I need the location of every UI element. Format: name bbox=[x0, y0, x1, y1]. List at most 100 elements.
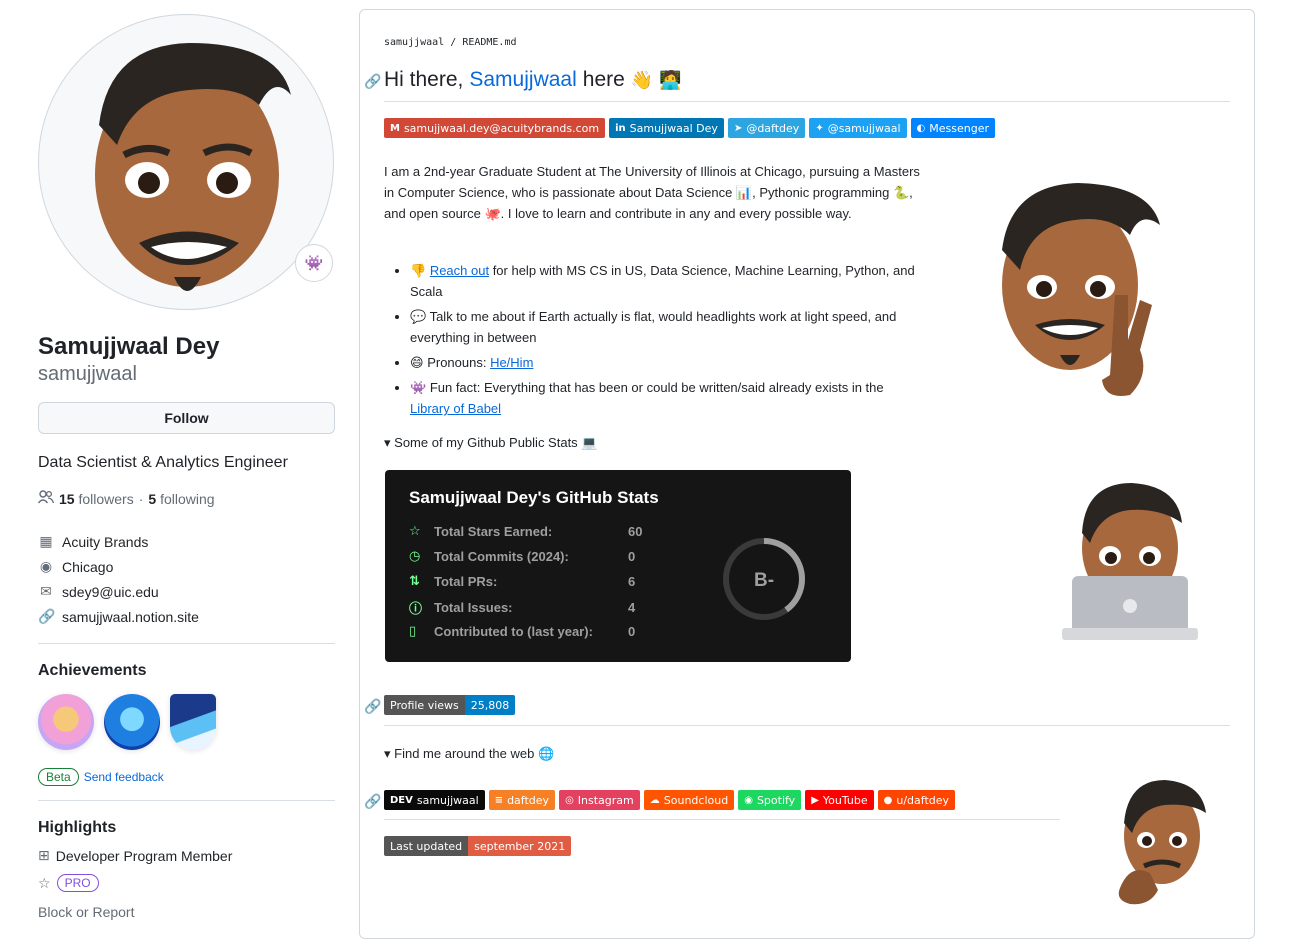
heading-anchor-link-icon[interactable]: 🔗 bbox=[364, 73, 381, 90]
library-of-babel-link[interactable]: Library of Babel bbox=[410, 401, 501, 416]
laptop-person-icon: 🧑‍💻 bbox=[659, 69, 682, 90]
location-pin-icon: ◉ bbox=[39, 558, 53, 574]
social-badge-icon: ☁ bbox=[649, 794, 660, 806]
social-badge[interactable]: ▶ YouTube bbox=[805, 790, 874, 810]
social-badges: DEV samujjwaal ≡ daftdey ◎ Instagram ☁ Soundclo… bbox=[384, 790, 956, 810]
website-link[interactable]: samujjwaal.notion.site bbox=[62, 609, 199, 625]
globe-icon: 🌐 bbox=[537, 746, 555, 761]
mail-icon: ✉ bbox=[40, 583, 52, 599]
following-link[interactable]: 5 following bbox=[148, 491, 214, 507]
social-badge[interactable]: ◉ Spotify bbox=[738, 790, 802, 810]
detail-location: ◉ Chicago bbox=[38, 554, 335, 579]
detail-email[interactable]: ✉ sdey9@uic.edu bbox=[38, 579, 335, 604]
list-item: 👎 Reach out for help with MS CS in US, D… bbox=[410, 260, 920, 302]
social-badge[interactable]: DEV samujjwaal bbox=[384, 790, 485, 810]
developer-program-text[interactable]: Developer Program Member bbox=[56, 848, 233, 864]
achievement-badge-pull-shark-icon[interactable] bbox=[38, 694, 94, 750]
social-badge[interactable]: ☁ Soundcloud bbox=[643, 790, 735, 810]
social-badge-label: Soundcloud bbox=[663, 793, 729, 807]
heading-name-link[interactable]: Samujjwaal bbox=[469, 68, 576, 92]
memoji-laptop bbox=[1062, 483, 1198, 640]
stats-summary-toggle[interactable]: ▾ Some of my Github Public Stats 💻 bbox=[384, 435, 598, 451]
updated-badge[interactable]: Last updated september 2021 bbox=[384, 836, 572, 856]
developer-program-row: ⊞ Developer Program Member bbox=[38, 847, 335, 864]
stat-label: Contributed to (last year): bbox=[434, 623, 593, 639]
history-icon: ◷ bbox=[409, 548, 421, 563]
social-badge[interactable]: ≡ daftdey bbox=[488, 790, 556, 810]
contact-badge[interactable]: ◐ Messenger bbox=[910, 118, 995, 138]
contact-badge-label: @daftdey bbox=[746, 121, 800, 135]
follow-button[interactable]: Follow bbox=[38, 402, 335, 434]
profile-bio: Data Scientist & Analytics Engineer bbox=[38, 454, 288, 471]
social-badge-icon: ● bbox=[883, 794, 893, 806]
issue-icon: ⓘ bbox=[409, 601, 423, 616]
social-badge[interactable]: ● u/daftdey bbox=[877, 790, 956, 810]
social-badge-icon: ▶ bbox=[811, 794, 819, 806]
crumb-user[interactable]: samujjwaal bbox=[384, 37, 444, 48]
views-badge[interactable]: Profile views 25,808 bbox=[384, 695, 516, 715]
pronouns-link[interactable]: He/Him bbox=[490, 355, 533, 370]
contact-badge[interactable]: ➤ @daftdey bbox=[727, 118, 806, 138]
email-link[interactable]: sdey9@uic.edu bbox=[62, 584, 159, 600]
views-label: Profile views bbox=[384, 695, 465, 715]
list-item: 😄 Pronouns: He/Him bbox=[410, 352, 920, 373]
social-divider bbox=[384, 819, 1060, 820]
followers-link[interactable]: 15 followers bbox=[59, 491, 134, 507]
detail-website[interactable]: 🔗 samujjwaal.notion.site bbox=[38, 604, 335, 629]
readme-heading: Hi there, Samujjwaal here 👋 🧑‍💻 bbox=[384, 68, 682, 92]
find-summary-toggle[interactable]: ▾ Find me around the web 🌐 bbox=[384, 746, 554, 762]
avatar[interactable] bbox=[38, 14, 334, 310]
star-icon: ☆ bbox=[409, 523, 421, 538]
achievements-list bbox=[38, 694, 335, 750]
contact-badge-icon: ◐ bbox=[916, 122, 926, 134]
location-text: Chicago bbox=[62, 558, 114, 575]
contact-badge-label: Samujjwaal Dey bbox=[629, 121, 718, 135]
computer-icon: 💻 bbox=[581, 435, 598, 450]
achievement-badge-shark-icon[interactable] bbox=[104, 694, 160, 750]
detail-company: ▦ Acuity Brands bbox=[38, 529, 335, 554]
status-alien-icon[interactable]: 👾 bbox=[295, 244, 333, 282]
about-list: 👎 Reach out for help with MS CS in US, D… bbox=[390, 260, 920, 423]
social-badge-icon: ◎ bbox=[565, 794, 574, 806]
profile-details: ▦ Acuity Brands ◉ Chicago ✉ sdey9@uic.edu 🔗… bbox=[38, 529, 335, 629]
heading-pre: Hi there, bbox=[384, 68, 464, 91]
stat-label: Total Issues: bbox=[434, 600, 513, 615]
contact-badge[interactable]: ✦ @samujjwaal bbox=[809, 118, 907, 138]
social-badge-label: YouTube bbox=[822, 793, 868, 807]
thumbs-down-icon: 👎 bbox=[410, 263, 427, 278]
company-text: Acuity Brands bbox=[62, 533, 149, 550]
readme-breadcrumb: samujjwaal / README.md bbox=[384, 37, 517, 48]
contact-badge-label: samujjwaal.dey@acuitybrands.com bbox=[403, 121, 600, 135]
social-badge[interactable]: ◎ Instagram bbox=[559, 790, 640, 810]
social-badge-label: Spotify bbox=[756, 793, 796, 807]
stat-label: Total PRs: bbox=[434, 573, 498, 589]
send-feedback-link[interactable]: Send feedback bbox=[84, 770, 164, 784]
contact-badge[interactable]: in Samujjwaal Dey bbox=[609, 118, 724, 138]
smile-icon: 😄 bbox=[410, 355, 424, 370]
link-icon: 🔗 bbox=[38, 608, 56, 624]
building-icon: ▦ bbox=[39, 533, 53, 549]
social-badge-label: daftdey bbox=[507, 793, 550, 807]
contact-badge-icon: ✦ bbox=[815, 122, 824, 134]
stats-summary-text: Some of my Github Public Stats bbox=[394, 435, 578, 450]
social-anchor-link-icon[interactable]: 🔗 bbox=[364, 793, 381, 810]
contact-badge[interactable]: Msamujjwaal.dey@acuitybrands.com bbox=[384, 118, 606, 138]
pro-badge: PRO bbox=[56, 874, 99, 892]
memoji-thinking bbox=[1118, 780, 1206, 905]
stat-value: 6 bbox=[628, 573, 636, 589]
achievement-badge-arctic-icon[interactable] bbox=[170, 694, 216, 750]
updated-label: Last updated bbox=[384, 836, 469, 856]
views-anchor-link-icon[interactable]: 🔗 bbox=[364, 698, 381, 715]
stat-row-commits: ◷ Total Commits (2024): 0 bbox=[409, 548, 635, 564]
grade-ring: B- bbox=[723, 538, 805, 620]
social-badge-icon: ≡ bbox=[494, 794, 504, 806]
beta-label: Beta bbox=[38, 768, 79, 786]
heading-post: here bbox=[582, 68, 625, 91]
cpu-icon: ⊞ bbox=[38, 847, 50, 863]
github-stats-card[interactable]: Samujjwaal Dey's GitHub Stats ☆ Total Sta… bbox=[385, 470, 851, 662]
block-report-link[interactable]: Block or Report bbox=[38, 904, 335, 920]
reach-out-link[interactable]: Reach out bbox=[430, 263, 489, 278]
pull-request-icon: ⇅ bbox=[409, 573, 420, 588]
list-item-text: Talk to me about if Earth actually is fl… bbox=[410, 309, 897, 345]
contact-badge-icon: in bbox=[615, 122, 626, 134]
